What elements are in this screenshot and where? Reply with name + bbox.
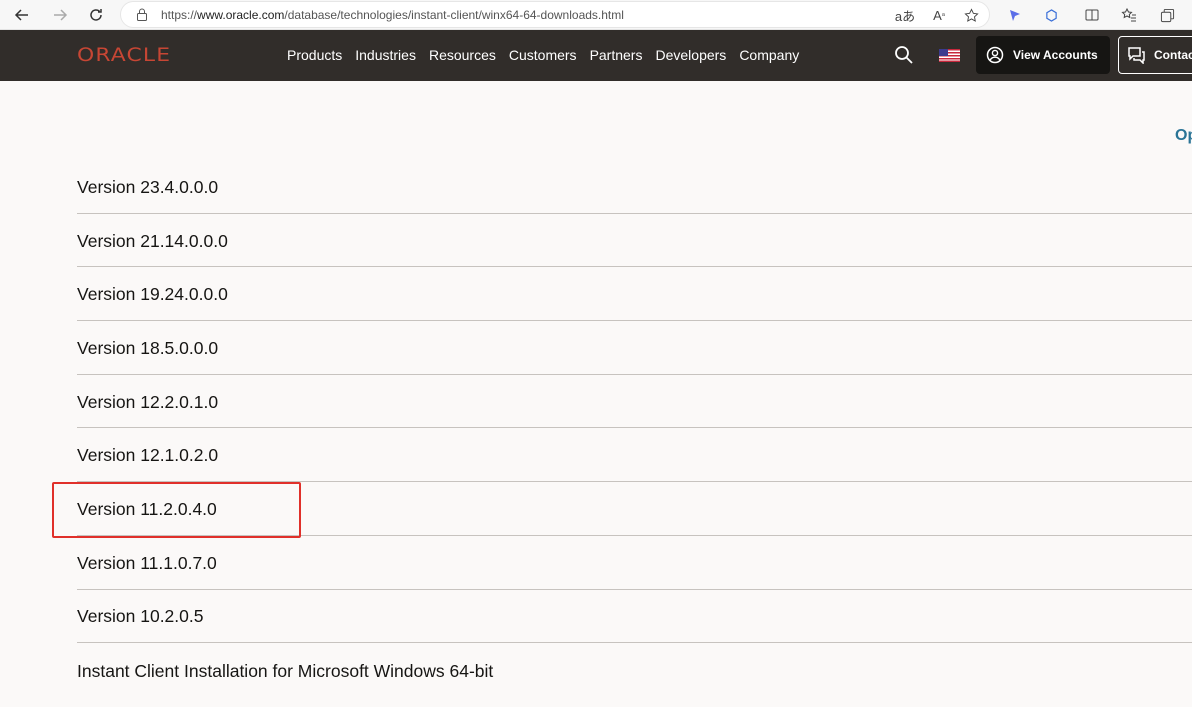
favorite-star-icon[interactable] (959, 3, 983, 27)
address-bar[interactable]: https://www.oracle.com/database/technolo… (120, 1, 990, 28)
lock-icon (137, 8, 147, 21)
nav-industries[interactable]: Industries (355, 47, 416, 63)
user-circle-icon (986, 46, 1004, 64)
contact-button[interactable]: Contac (1118, 36, 1192, 74)
highlight-annotation-box (52, 482, 301, 538)
us-flag-icon (939, 49, 960, 62)
view-accounts-button[interactable]: View Accounts (976, 36, 1110, 74)
version-list: Version 23.4.0.0.0 Version 21.14.0.0.0 V… (77, 160, 1192, 697)
view-accounts-label: View Accounts (1013, 48, 1098, 62)
favorites-list-icon[interactable] (1117, 3, 1141, 27)
nav-resources[interactable]: Resources (429, 47, 496, 63)
nav-products[interactable]: Products (287, 47, 342, 63)
url-path: /database/technologies/instant-client/wi… (284, 8, 624, 22)
refresh-icon (90, 9, 102, 21)
installation-item[interactable]: Instant Client Installation for Microsof… (77, 643, 1192, 697)
nav-company[interactable]: Company (739, 47, 799, 63)
side-link-truncated[interactable]: Op (1175, 127, 1192, 145)
url-host: www.oracle.com (197, 8, 285, 22)
site-header: ORACLE Products Industries Resources Cus… (0, 30, 1192, 81)
translate-icon[interactable]: aあ (893, 3, 917, 27)
extension-blue-icon[interactable] (1003, 3, 1027, 27)
version-item-21-14[interactable]: Version 21.14.0.0.0 (77, 214, 1192, 268)
forward-arrow-icon (54, 9, 68, 21)
extension-cube-icon[interactable] (1039, 3, 1063, 27)
version-item-10-2[interactable]: Version 10.2.0.5 (77, 590, 1192, 644)
url-text: https://www.oracle.com/database/technolo… (161, 8, 624, 22)
search-button[interactable] (894, 45, 914, 65)
contact-label: Contac (1154, 48, 1192, 62)
main-nav: Products Industries Resources Customers … (287, 47, 812, 63)
nav-customers[interactable]: Customers (509, 47, 577, 63)
chat-icon (1128, 47, 1145, 64)
url-prefix: https:// (161, 8, 198, 22)
nav-partners[interactable]: Partners (590, 47, 643, 63)
split-screen-icon[interactable] (1080, 3, 1104, 27)
version-item-19-24[interactable]: Version 19.24.0.0.0 (77, 267, 1192, 322)
version-item-12-1[interactable]: Version 12.1.0.2.0 (77, 428, 1192, 483)
nav-developers[interactable]: Developers (655, 47, 726, 63)
search-icon (895, 46, 913, 64)
version-item-12-2[interactable]: Version 12.2.0.1.0 (77, 375, 1192, 429)
back-arrow-icon (14, 9, 28, 21)
version-item-11-1[interactable]: Version 11.1.0.7.0 (77, 536, 1192, 590)
forward-button[interactable] (48, 3, 72, 27)
oracle-logo[interactable]: ORACLE (77, 44, 171, 66)
back-button[interactable] (10, 3, 34, 27)
collections-icon[interactable] (1155, 3, 1179, 27)
version-item-23-4[interactable]: Version 23.4.0.0.0 (77, 160, 1192, 214)
version-item-18-5[interactable]: Version 18.5.0.0.0 (77, 321, 1192, 375)
country-flag-button[interactable] (939, 49, 960, 62)
browser-toolbar: https://www.oracle.com/database/technolo… (0, 0, 1192, 30)
read-aloud-icon[interactable]: Aᵃ (927, 3, 951, 27)
refresh-button[interactable] (84, 3, 108, 27)
